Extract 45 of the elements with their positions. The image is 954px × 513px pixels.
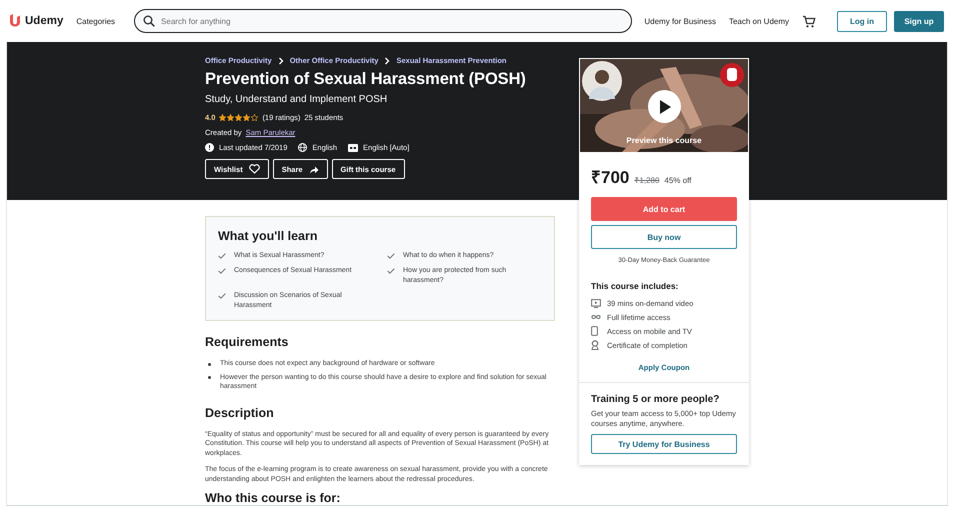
description-heading: Description — [205, 406, 275, 420]
original-price: ₹1,280 — [634, 175, 660, 185]
checkmark-icon — [387, 253, 395, 259]
heart-icon — [248, 164, 260, 174]
u-logo-icon — [8, 14, 22, 28]
captions-icon — [348, 144, 358, 152]
add-to-cart-button[interactable]: Add to cart — [591, 197, 737, 221]
categories-link[interactable]: Categories — [76, 16, 116, 26]
login-button[interactable]: Log in — [837, 10, 887, 32]
chevron-icon — [278, 56, 284, 64]
signup-button[interactable]: Sign up — [894, 10, 944, 32]
bullet-icon — [208, 362, 211, 366]
discount-label: 45% off — [664, 176, 692, 185]
alert-icon — [205, 143, 214, 152]
business-heading: Training 5 or more people? — [591, 394, 720, 405]
buy-now-button[interactable]: Buy now — [591, 225, 737, 249]
infinity-icon — [591, 314, 601, 320]
checkmark-icon — [218, 268, 226, 274]
nav-link[interactable]: Teach on Udemy — [728, 16, 789, 26]
nav-link[interactable]: Udemy for Business — [644, 16, 716, 26]
cart-icon — [802, 14, 816, 28]
preview-label: Preview this course — [625, 136, 703, 145]
logo[interactable]: Udemy — [8, 14, 64, 28]
checkmark-icon — [218, 293, 226, 300]
course-subtitle: Study, Understand and Implement POSH — [205, 94, 388, 105]
chevron-icon — [384, 56, 390, 64]
business-button[interactable]: Try Udemy for Business — [591, 434, 737, 454]
bullet-icon — [208, 376, 211, 380]
globe-icon — [298, 143, 308, 152]
checkmark-icon — [387, 268, 395, 274]
includes-heading: This course includes: — [591, 281, 680, 291]
play-icon — [658, 100, 670, 114]
cart-button[interactable] — [802, 14, 816, 28]
share-arrow-icon — [308, 164, 319, 174]
phone-icon — [591, 326, 598, 336]
requirements-heading: Requirements — [205, 335, 290, 350]
certificate-icon — [591, 340, 599, 350]
checkmark-icon — [218, 253, 226, 259]
learn-heading: What you'll learn — [218, 229, 319, 243]
search-field[interactable]: Search for anything — [134, 9, 632, 33]
audience-heading: Who this course is for: — [205, 492, 342, 505]
current-price: ₹700 — [591, 167, 630, 188]
course-title: Prevention of Sexual Harassment (POSH) — [205, 70, 527, 89]
video-icon — [591, 298, 601, 308]
star-outline-icon — [251, 114, 258, 121]
